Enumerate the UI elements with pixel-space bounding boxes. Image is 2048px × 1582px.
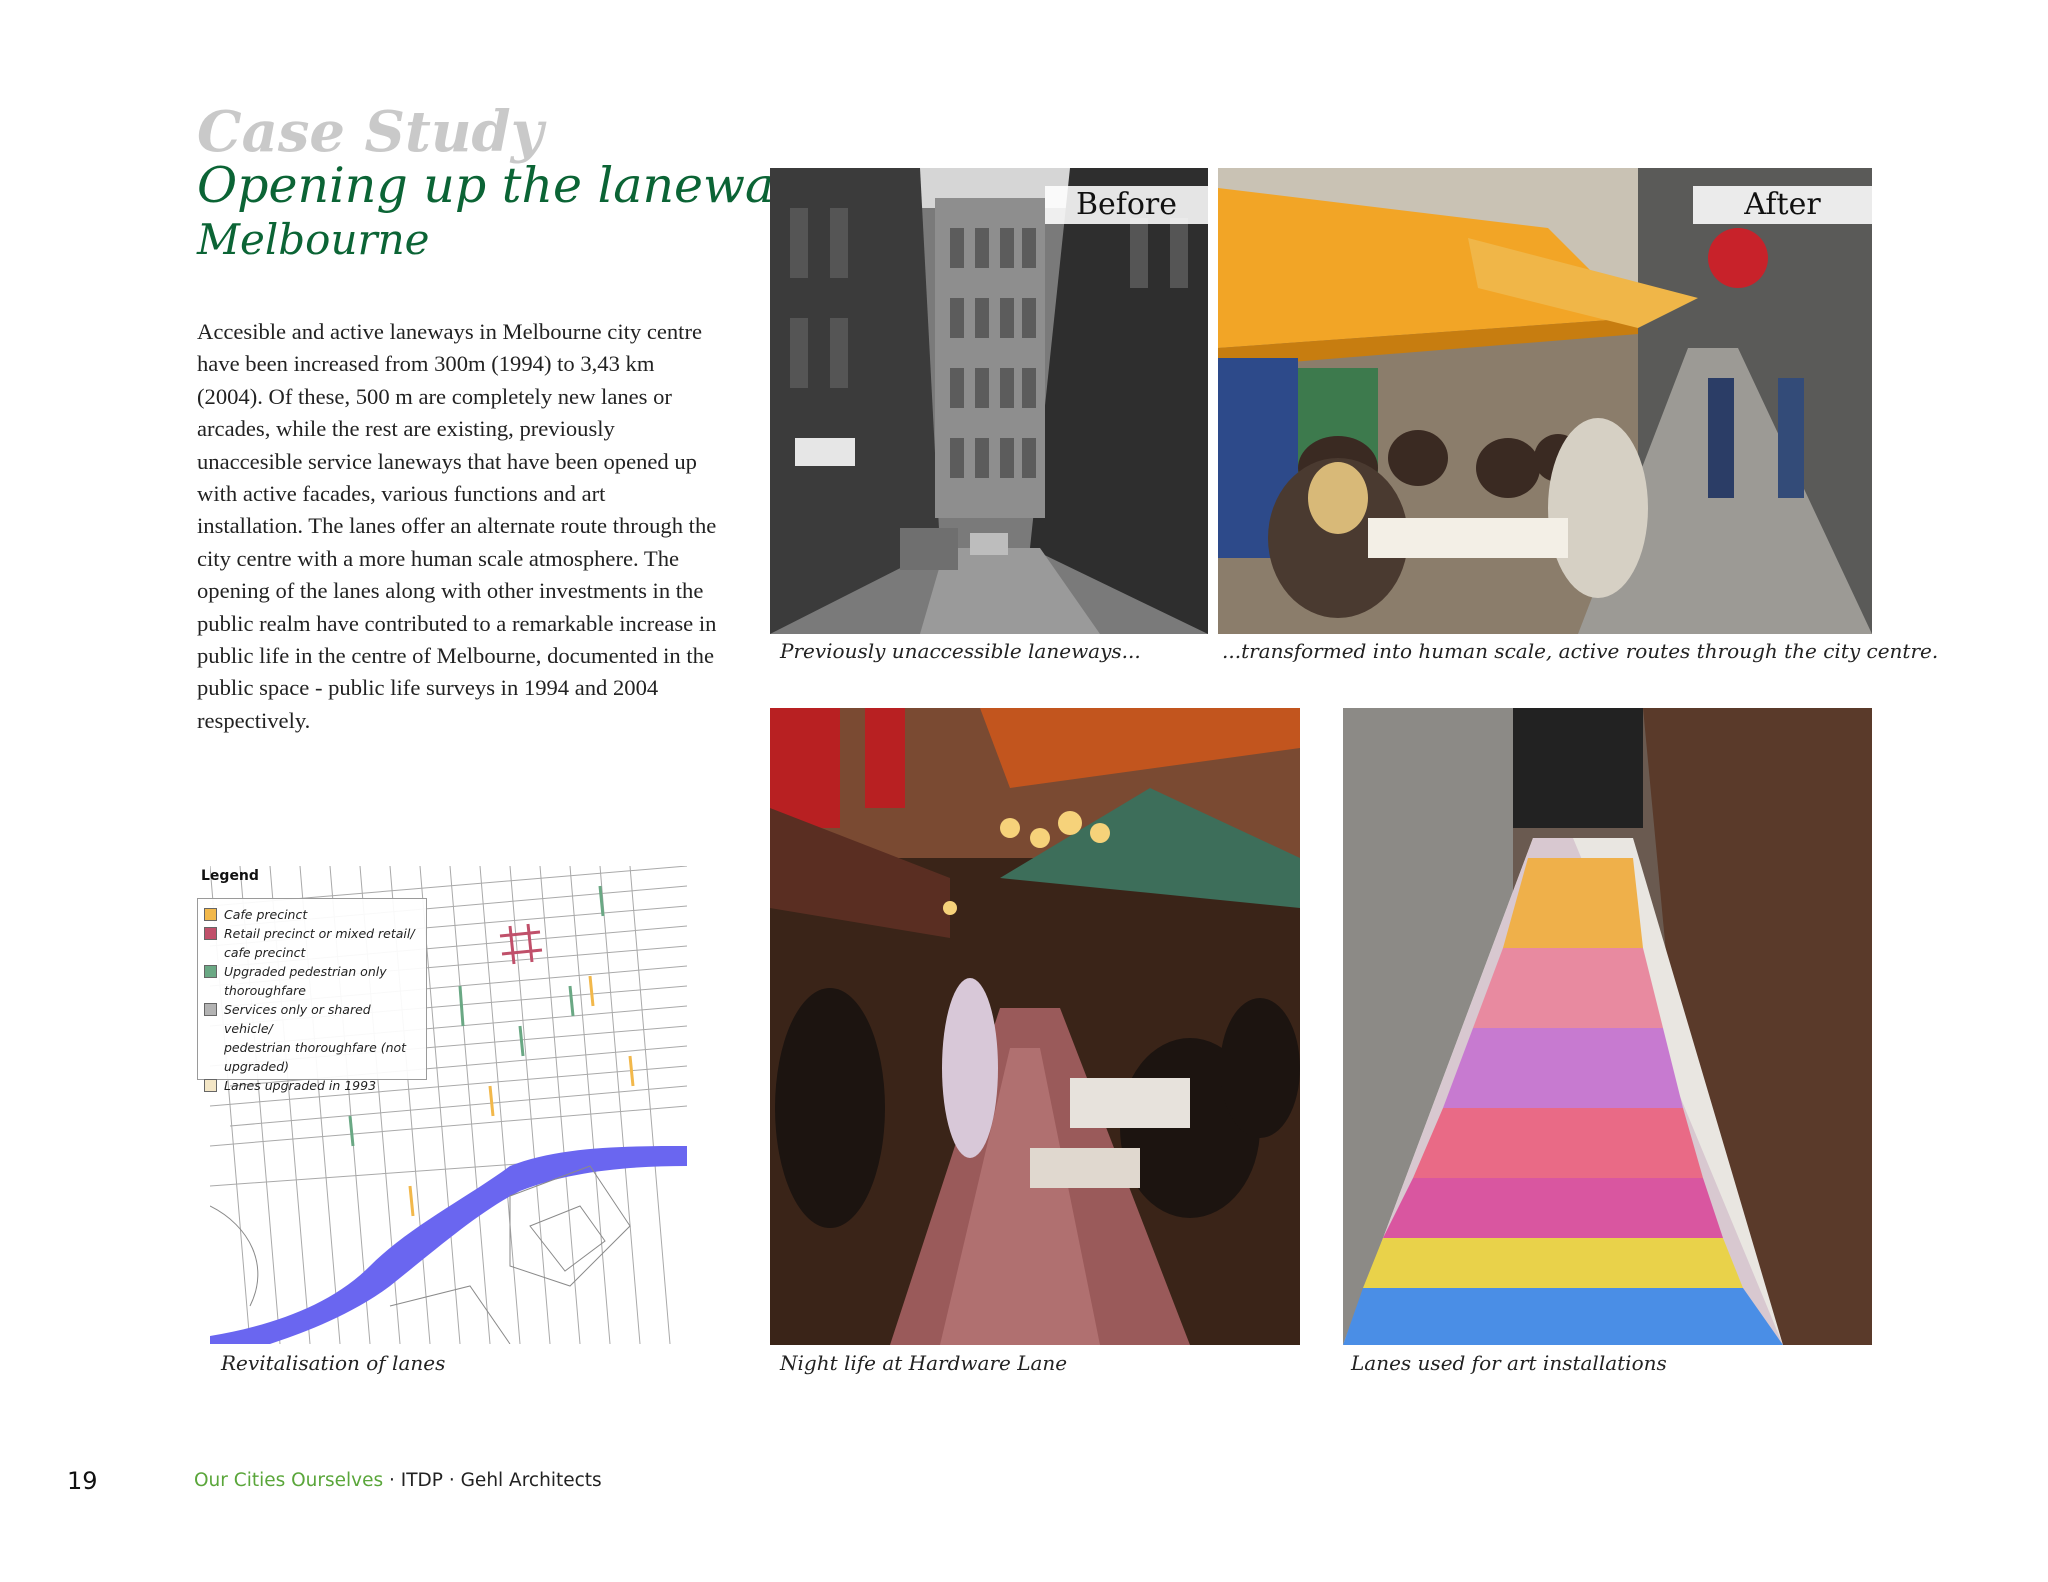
publication-name: Our Cities Ourselves (194, 1470, 384, 1491)
art-installation-photo (1343, 708, 1872, 1345)
case-study-kicker: Case Study (197, 99, 544, 165)
legend-label: Retail precinct or mixed retail/ cafe pr… (224, 926, 415, 960)
organizations: · ITDP · Gehl Architects (383, 1470, 602, 1491)
page-number: 19 (67, 1467, 98, 1495)
page-title: Opening up the laneways (197, 157, 828, 214)
map-legend: Cafe precinct Retail precinct or mixed r… (197, 898, 427, 1093)
before-tag: Before (1045, 186, 1208, 224)
legend-item-cafe: Cafe precinct (204, 905, 420, 924)
legend-item-1993: Lanes upgraded in 1993 (204, 1076, 420, 1095)
body-paragraph: Accesible and active laneways in Melbour… (197, 319, 717, 733)
legend-swatch (204, 927, 217, 940)
legend-item-retail: Retail precinct or mixed retail/ cafe pr… (204, 924, 420, 962)
footer-credits: Our Cities Ourselves · ITDP · Gehl Archi… (194, 1470, 602, 1491)
legend-label: Upgraded pedestrian only thoroughfare (224, 964, 387, 998)
legend-label: Cafe precinct (224, 907, 308, 922)
legend-swatch (204, 1079, 217, 1092)
after-caption: ...transformed into human scale, active … (1222, 639, 1939, 663)
legend-swatch (204, 1003, 217, 1016)
art-installation-caption: Lanes used for art installations (1351, 1351, 1667, 1375)
legend-swatch (204, 965, 217, 978)
legend-swatch (204, 908, 217, 921)
legend-item-pedestrian: Upgraded pedestrian only thoroughfare (204, 962, 420, 1000)
legend-label: Services only or shared vehicle/ pedestr… (224, 1002, 407, 1074)
after-tag: After (1693, 186, 1872, 224)
night-life-caption: Night life at Hardware Lane (780, 1351, 1068, 1375)
night-life-photo (770, 708, 1300, 1345)
page-subtitle: Melbourne (197, 215, 430, 264)
before-caption: Previously unaccessible laneways... (780, 639, 1141, 663)
legend-item-services: Services only or shared vehicle/ pedestr… (204, 1000, 420, 1076)
legend-title: Legend (201, 868, 259, 884)
legend-label: Lanes upgraded in 1993 (224, 1078, 377, 1093)
after-photo (1218, 168, 1872, 634)
map-caption: Revitalisation of lanes (221, 1351, 446, 1375)
before-photo (770, 168, 1208, 634)
